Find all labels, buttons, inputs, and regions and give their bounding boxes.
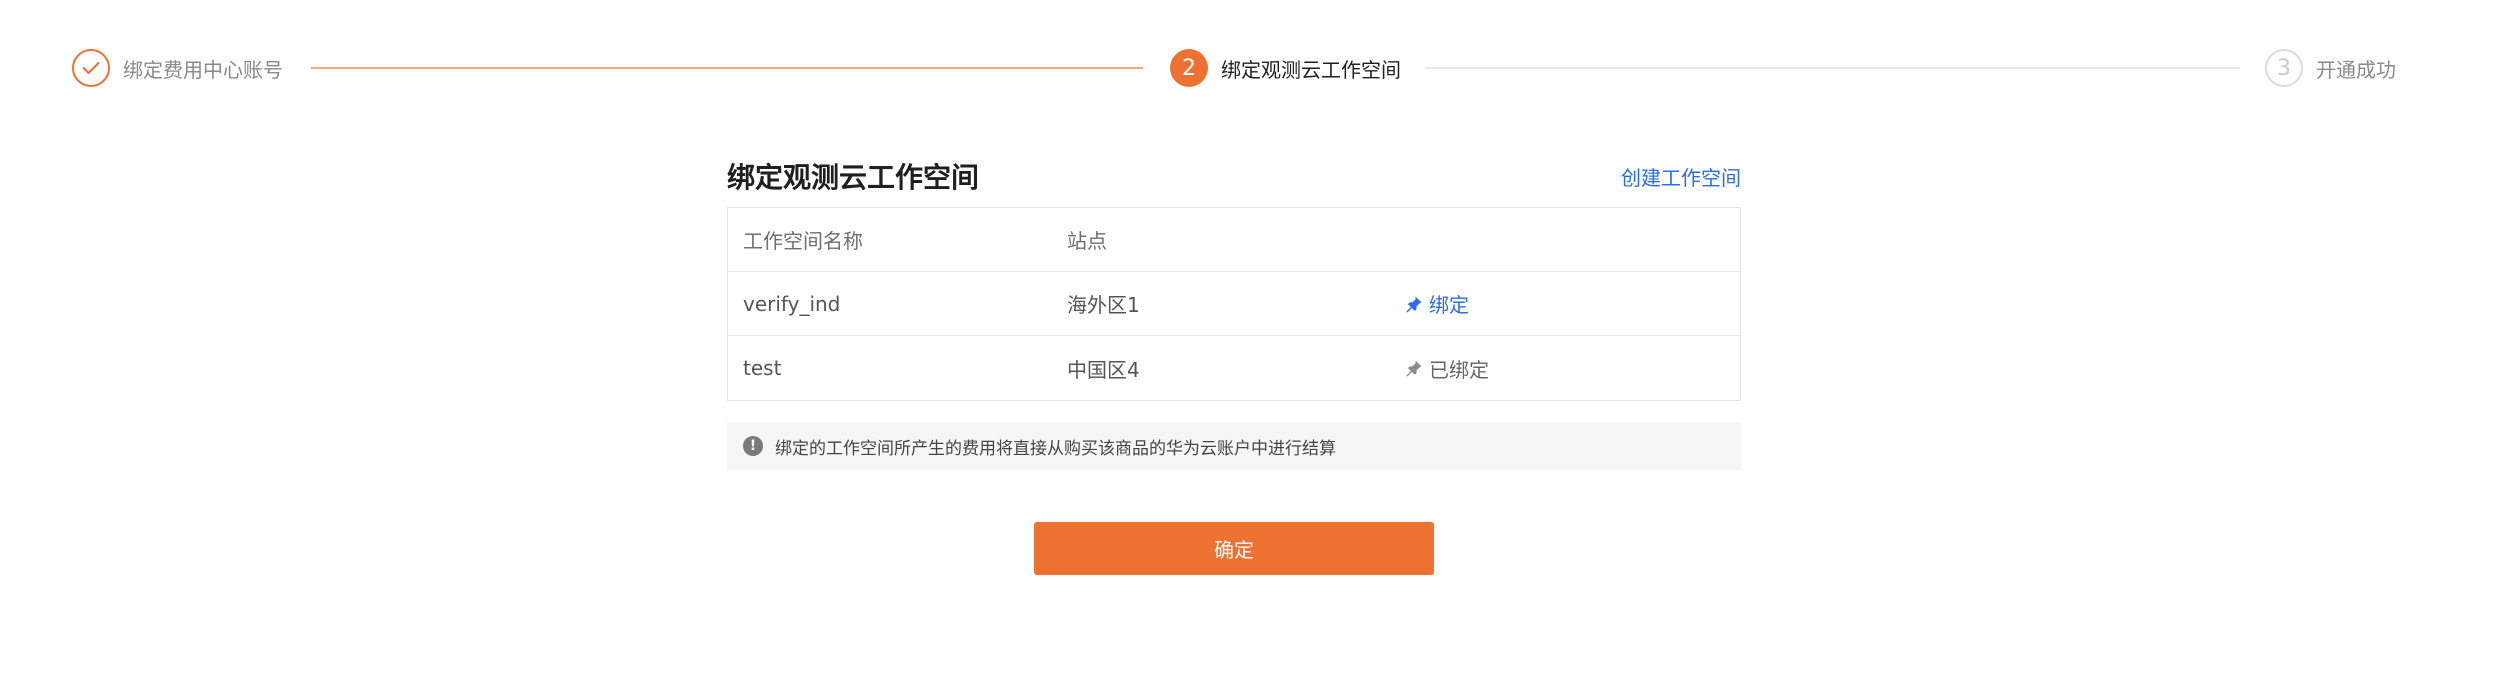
bind-label: 绑定	[1429, 293, 1469, 317]
table-row: verify_ind 海外区1 绑定	[728, 272, 1740, 336]
confirm-button[interactable]: 确定	[1034, 522, 1434, 575]
pin-icon	[1406, 360, 1422, 377]
table-row: test 中国区4 已绑定	[728, 336, 1740, 400]
step-label: 绑定费用中心账号	[123, 57, 283, 82]
pin-icon	[1406, 296, 1422, 312]
notice-text: 绑定的工作空间所产生的费用将直接从购买该商品的华为云账户中进行结算	[775, 438, 1336, 459]
step-label: 开通成功	[2316, 57, 2396, 82]
stepper: 绑定费用中心账号 2 绑定观测云工作空间 3 开通成功	[0, 0, 2508, 136]
step-bind-workspace: 2 绑定观测云工作空间	[1170, 48, 1401, 88]
bound-label: 已绑定	[1429, 357, 1489, 382]
create-workspace-link[interactable]: 创建工作空间	[1621, 162, 1741, 191]
step-connector-done	[311, 67, 1143, 69]
workspace-name-cell: test	[743, 356, 782, 380]
step-activation-success: 3 开通成功	[2265, 48, 2396, 88]
bind-button[interactable]: 绑定	[1405, 289, 1469, 318]
step-bind-billing-account: 绑定费用中心账号	[72, 48, 283, 88]
bind-action-cell: 绑定	[1405, 289, 1740, 318]
workspace-table: 工作空间名称 站点 verify_ind 海外区1 绑定 test 中国区4 已…	[727, 207, 1741, 401]
bound-status: 已绑定	[1405, 354, 1489, 383]
step-connector-pending	[1425, 67, 2240, 69]
bound-status-cell: 已绑定	[1405, 354, 1740, 383]
step-number: 3	[2265, 49, 2303, 87]
step-number: 2	[1170, 49, 1208, 87]
site-cell: 海外区1	[1067, 293, 1140, 317]
column-header-site: 站点	[1067, 229, 1107, 253]
check-icon	[82, 62, 100, 74]
billing-notice: ! 绑定的工作空间所产生的费用将直接从购买该商品的华为云账户中进行结算	[727, 422, 1741, 470]
exclamation-icon: !	[743, 436, 763, 456]
table-header: 工作空间名称 站点	[728, 208, 1740, 272]
workspace-name-cell: verify_ind	[743, 291, 841, 316]
column-header-workspace-name: 工作空间名称	[743, 229, 863, 253]
site-cell: 中国区4	[1067, 357, 1140, 382]
step-label: 绑定观测云工作空间	[1221, 57, 1401, 82]
section-title: 绑定观测云工作空间	[727, 161, 980, 194]
step-complete-check-icon	[72, 49, 110, 87]
